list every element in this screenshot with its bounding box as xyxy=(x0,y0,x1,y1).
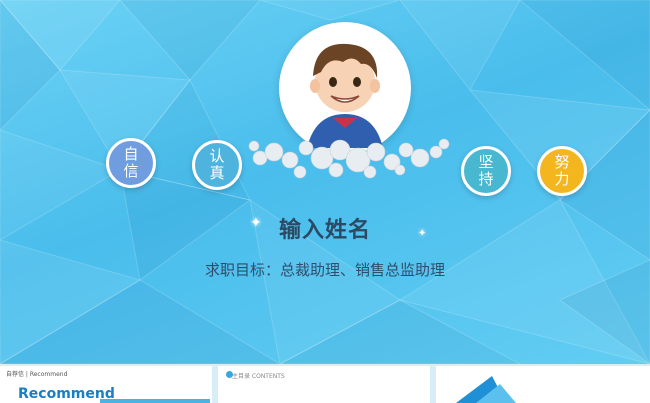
slide-thumbnail[interactable] xyxy=(436,366,650,403)
slide-thumbnail[interactable]: 主目录 CONTENTS xyxy=(218,366,430,403)
cloud-bubbles xyxy=(248,138,450,179)
trait-effort-badge: 努 力 xyxy=(537,146,587,196)
trait-line: 持 xyxy=(478,170,494,188)
slide-thumbnail[interactable]: 自荐信 | Recommend Recommend xyxy=(0,366,212,403)
job-goal-text: 求职目标：总裁助理、销售总监助理 xyxy=(204,261,445,279)
trait-confidence-badge: 自 信 xyxy=(106,138,156,188)
trait-line: 力 xyxy=(554,170,570,188)
trait-line: 信 xyxy=(123,162,139,180)
thumbnail-header: 主目录 CONTENTS xyxy=(232,373,285,380)
trait-line: 真 xyxy=(209,164,225,182)
thumbnail-graphic xyxy=(456,376,516,403)
slide-thumbnail-strip: 自荐信 | Recommend Recommend 主目录 CONTENTS xyxy=(0,364,650,403)
thumbnail-bar xyxy=(100,399,210,403)
trait-line: 认 xyxy=(209,147,225,165)
trait-line: 自 xyxy=(123,145,139,163)
trait-persistence-badge: 坚 持 xyxy=(461,146,511,196)
name-title[interactable]: 输入姓名 xyxy=(0,212,650,244)
hero-slide: 自 信 认 真 坚 持 努 力 ✦ ✦ 输入姓名 求职目标：总裁助理、销售总监助… xyxy=(0,0,650,364)
thumbnail-header: 自荐信 | Recommend xyxy=(6,371,68,378)
trait-line: 坚 xyxy=(478,153,494,171)
trait-line: 努 xyxy=(554,153,570,171)
trait-diligence-badge: 认 真 xyxy=(192,140,242,190)
